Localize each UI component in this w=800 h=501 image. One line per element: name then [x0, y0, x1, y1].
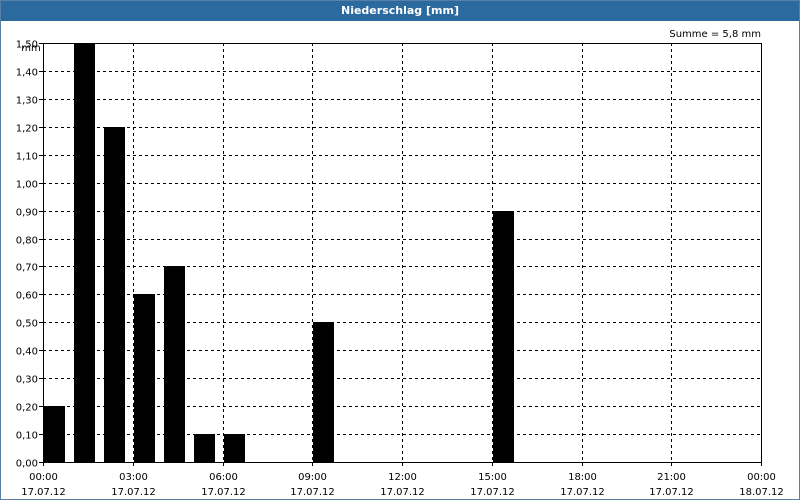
- x-tick-time-label: 21:00: [657, 472, 686, 483]
- bars-layer: [44, 43, 514, 462]
- x-tick-date-label: 17.07.12: [290, 487, 335, 498]
- y-tick-label: 1,00: [16, 180, 38, 191]
- precipitation-bar: [134, 294, 155, 462]
- x-tick-date-label: 17.07.12: [649, 487, 694, 498]
- x-tick-date-label: 17.07.12: [21, 487, 66, 498]
- precipitation-bar: [493, 211, 514, 462]
- y-tick-label: 1,10: [16, 152, 38, 163]
- x-tick-date-label: 17.07.12: [380, 487, 425, 498]
- sum-label: Summe = 5,8 mm: [669, 29, 761, 40]
- y-tick-label: 0,80: [16, 236, 38, 247]
- x-tick-date-label: 17.07.12: [111, 487, 156, 498]
- x-tick-time-label: 09:00: [298, 472, 327, 483]
- y-tick-label: 0,30: [16, 375, 38, 386]
- x-tick-date-label: 17.07.12: [560, 487, 605, 498]
- y-tick-label: 0,50: [16, 319, 38, 330]
- chart-window: Niederschlag [mm] 0,00 0,10 0,20 0,30 0,40 0,…: [0, 0, 800, 500]
- precipitation-bar: [224, 434, 245, 462]
- x-tick-time-label: 15:00: [478, 472, 507, 483]
- y-tick-label: 0,70: [16, 263, 38, 274]
- y-tick-label: 1,30: [16, 96, 38, 107]
- y-tick-label: 0,10: [16, 431, 38, 442]
- y-tick-label: 1,40: [16, 68, 38, 79]
- x-tick-time-label: 18:00: [568, 472, 597, 483]
- precipitation-bar: [74, 43, 95, 462]
- precipitation-chart: 0,00 0,10 0,20 0,30 0,40 0,50 0,60 0,70 0,80 0,90…: [16, 29, 784, 498]
- x-tick-date-label: 17.07.12: [470, 487, 515, 498]
- precipitation-bar: [164, 266, 185, 462]
- x-tick-time-label: 00:00: [29, 472, 58, 483]
- x-tick-date-label: 18.07.12: [739, 487, 784, 498]
- x-tick-time-label: 00:00: [747, 472, 776, 483]
- y-tick-label: 1,20: [16, 124, 38, 135]
- y-tick-label: 0,20: [16, 403, 38, 414]
- y-tick-labels: 0,00 0,10 0,20 0,30 0,40 0,50 0,60 0,70 0,80 0,90…: [16, 40, 38, 470]
- y-tick-label: 0,60: [16, 291, 38, 302]
- precipitation-bar: [104, 127, 125, 462]
- x-tick-time-label: 06:00: [209, 472, 238, 483]
- x-tick-date-label: 17.07.12: [201, 487, 246, 498]
- precipitation-bar: [44, 406, 65, 462]
- y-tick-label: 0,00: [16, 459, 38, 470]
- x-tick-labels: 00:00 17.07.12 03:00 17.07.12 06:00 17.07.12 0…: [21, 472, 784, 498]
- x-tick-time-label: 12:00: [388, 472, 417, 483]
- precipitation-bar: [194, 434, 215, 462]
- y-tick-label: 0,90: [16, 208, 38, 219]
- precipitation-bar: [313, 322, 334, 462]
- x-tick-time-label: 03:00: [119, 472, 148, 483]
- y-tick-label: 0,40: [16, 347, 38, 358]
- y-axis-unit-label: mm: [21, 43, 40, 54]
